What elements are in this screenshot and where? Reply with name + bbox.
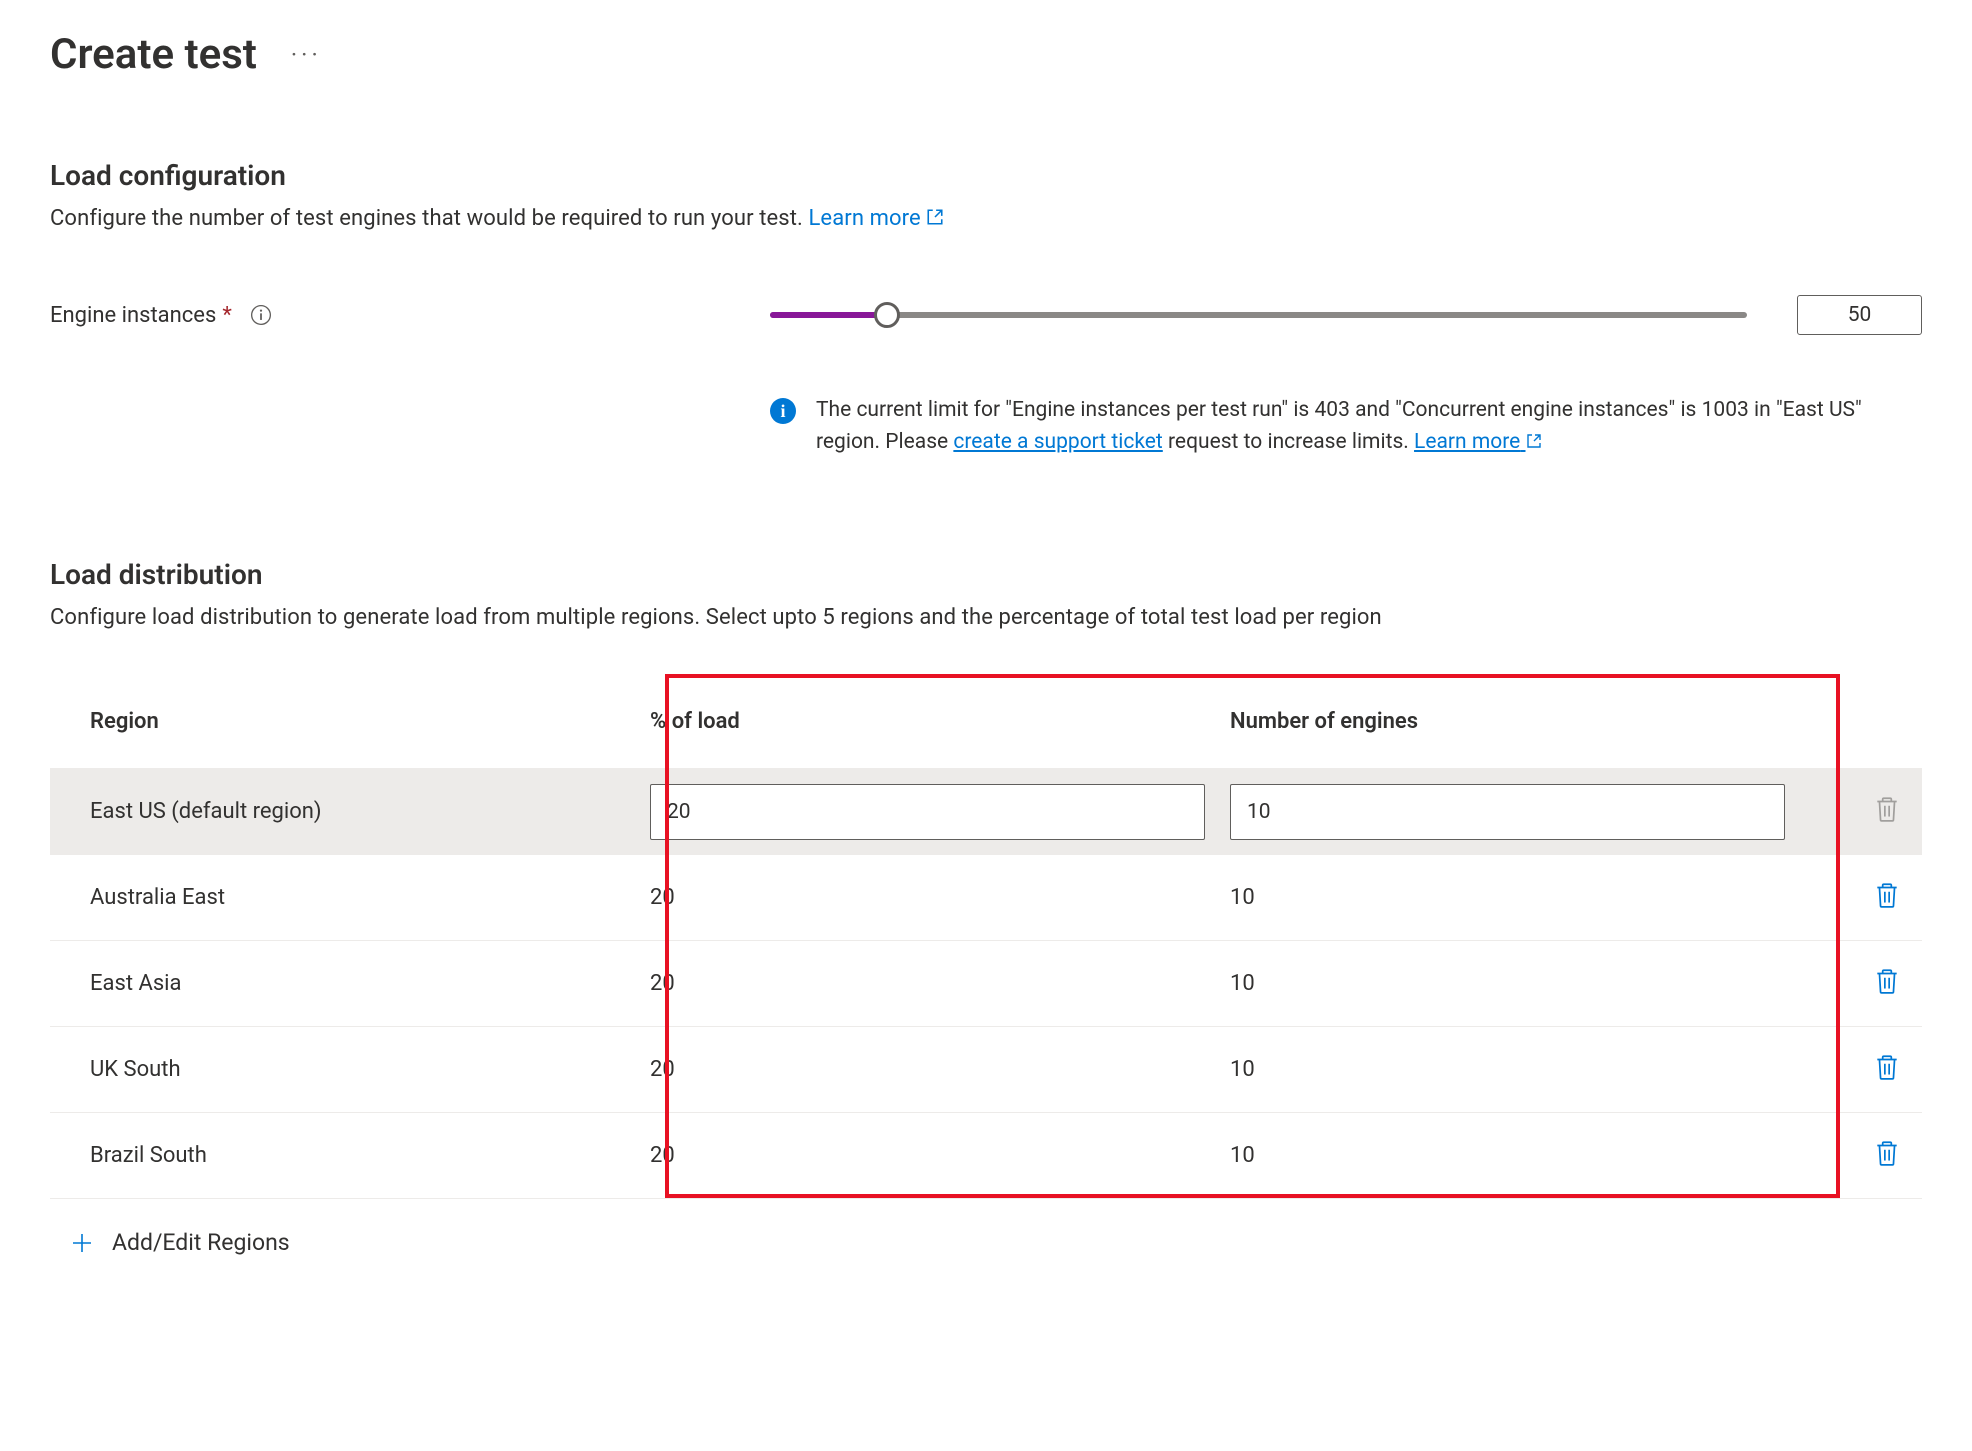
region-cell: UK South bbox=[50, 1057, 630, 1082]
learn-more-link[interactable]: Learn more bbox=[808, 206, 944, 231]
delete-icon[interactable] bbox=[1874, 1139, 1900, 1167]
engine-limit-message: The current limit for "Engine instances … bbox=[816, 395, 1872, 458]
slider-thumb[interactable] bbox=[874, 302, 900, 328]
add-edit-regions-label: Add/Edit Regions bbox=[112, 1229, 290, 1256]
load-config-heading: Load configuration bbox=[50, 159, 1922, 192]
engine-instances-input[interactable]: 50 bbox=[1797, 295, 1922, 335]
percent-load-cell: 20 bbox=[630, 1143, 1210, 1168]
column-region: Region bbox=[50, 709, 630, 734]
region-cell: Brazil South bbox=[50, 1143, 630, 1168]
add-edit-regions-button[interactable]: Add/Edit Regions bbox=[50, 1198, 1922, 1256]
num-engines-cell: 10 bbox=[1210, 885, 1852, 910]
external-link-icon bbox=[926, 208, 944, 226]
load-distribution-description: Configure load distribution to generate … bbox=[50, 601, 1922, 634]
load-distribution-heading: Load distribution bbox=[50, 558, 1922, 591]
region-cell: East Asia bbox=[50, 971, 630, 996]
table-row[interactable]: East Asia2010 bbox=[50, 940, 1922, 1026]
external-link-icon bbox=[1526, 433, 1542, 449]
load-config-description: Configure the number of test engines tha… bbox=[50, 202, 1922, 235]
plus-icon bbox=[70, 1231, 94, 1255]
delete-icon bbox=[1874, 795, 1900, 823]
percent-load-cell: 20 bbox=[630, 1057, 1210, 1082]
distribution-table: Region % of load Number of engines East … bbox=[50, 674, 1922, 1198]
table-row[interactable]: Australia East2010 bbox=[50, 854, 1922, 940]
num-engines-input[interactable]: 10 bbox=[1230, 784, 1785, 840]
table-row[interactable]: Brazil South2010 bbox=[50, 1112, 1922, 1198]
info-badge-icon: i bbox=[770, 398, 796, 424]
num-engines-cell: 10 bbox=[1210, 1143, 1852, 1168]
num-engines-cell: 10 bbox=[1210, 1057, 1852, 1082]
table-header-row: Region % of load Number of engines bbox=[50, 674, 1922, 768]
column-engines: Number of engines bbox=[1210, 709, 1852, 734]
delete-icon[interactable] bbox=[1874, 1053, 1900, 1081]
engine-instances-label: Engine instances bbox=[50, 303, 216, 328]
percent-load-cell: 20 bbox=[630, 885, 1210, 910]
more-options-icon[interactable]: ··· bbox=[287, 41, 326, 69]
engine-instances-slider[interactable] bbox=[770, 305, 1747, 325]
region-cell: East US (default region) bbox=[50, 799, 630, 824]
percent-load-cell: 20 bbox=[630, 971, 1210, 996]
load-config-desc-text: Configure the number of test engines tha… bbox=[50, 206, 808, 231]
learn-more-limits-link[interactable]: Learn more bbox=[1414, 430, 1541, 454]
region-cell: Australia East bbox=[50, 885, 630, 910]
support-ticket-link[interactable]: create a support ticket bbox=[953, 430, 1162, 454]
page-title: Create test bbox=[50, 30, 257, 79]
info-icon[interactable] bbox=[250, 304, 272, 326]
required-asterisk: * bbox=[222, 303, 231, 328]
table-row[interactable]: UK South2010 bbox=[50, 1026, 1922, 1112]
percent-load-input[interactable]: 20 bbox=[650, 784, 1205, 840]
table-row[interactable]: East US (default region) 20 10 bbox=[50, 768, 1922, 854]
column-load: % of load bbox=[630, 709, 1210, 734]
num-engines-cell: 10 bbox=[1210, 971, 1852, 996]
delete-icon[interactable] bbox=[1874, 967, 1900, 995]
delete-icon[interactable] bbox=[1874, 881, 1900, 909]
